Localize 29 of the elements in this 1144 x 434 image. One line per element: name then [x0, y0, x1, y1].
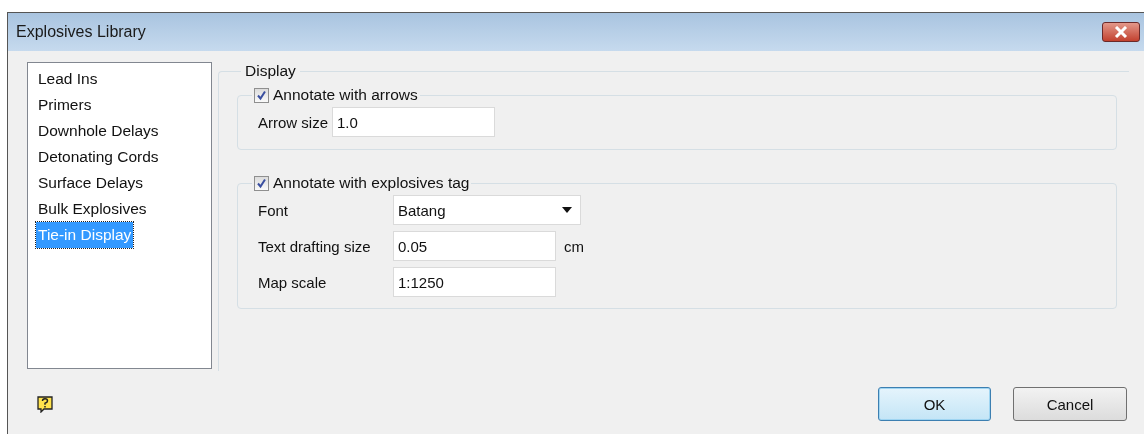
field-label: Text drafting size [258, 237, 372, 255]
field-label: Arrow size [258, 113, 328, 131]
field-label: Map scale [258, 273, 328, 291]
help-icon[interactable] [37, 395, 53, 413]
dialog-button[interactable]: Cancel [1013, 387, 1127, 421]
window-title: Explosives Library [16, 23, 146, 41]
list-item[interactable]: Lead Ins [36, 66, 100, 92]
dropdown[interactable]: Batang [393, 195, 581, 225]
list-item[interactable]: Primers [36, 92, 94, 118]
checkbox[interactable] [254, 175, 269, 191]
checkmark-icon [256, 177, 267, 189]
dialog-button[interactable]: OK [878, 387, 991, 421]
list-item[interactable]: Surface Delays [36, 170, 146, 196]
list-item[interactable]: Bulk Explosives [36, 196, 149, 222]
list-item[interactable]: Downhole Delays [36, 118, 161, 144]
close-button[interactable] [1102, 22, 1140, 42]
checkmark-icon [256, 89, 267, 101]
unit-label: cm [564, 237, 584, 255]
checkbox[interactable] [254, 87, 269, 103]
input-field[interactable]: 1.0 [332, 107, 495, 137]
list-item[interactable]: Detonating Cords [36, 144, 161, 170]
caret-icon [562, 207, 572, 213]
group-title: Display [244, 62, 297, 80]
checkbox-label: Annotate with arrows [273, 86, 418, 104]
field-label: Font [258, 201, 289, 219]
input-field[interactable]: 0.05 [393, 231, 556, 261]
checkbox-label: Annotate with explosives tag [273, 174, 470, 192]
input-field[interactable]: 1:1250 [393, 267, 556, 297]
close-icon [1113, 26, 1129, 38]
